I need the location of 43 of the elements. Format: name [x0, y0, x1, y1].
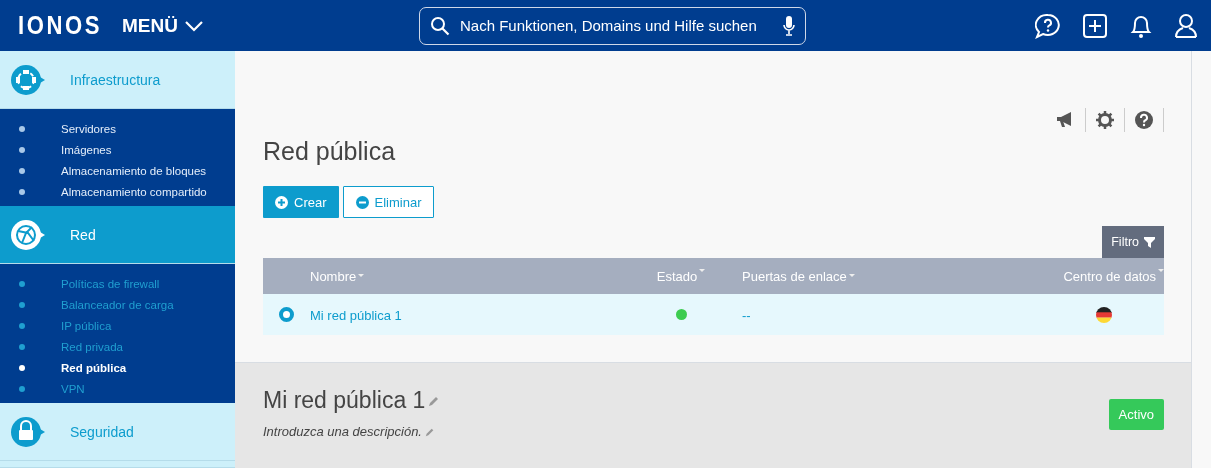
- column-header[interactable]: Centro de datos: [1044, 268, 1164, 284]
- search-field[interactable]: Nach Funktionen, Domains und Hilfe suchen: [418, 6, 806, 45]
- sidebar-item[interactable]: Balanceador de carga: [0, 294, 235, 315]
- column-header[interactable]: Estado: [620, 268, 742, 284]
- sidebar-item[interactable]: IP pública: [0, 315, 235, 336]
- sidebar-item[interactable]: VPN: [0, 378, 235, 399]
- delete-button[interactable]: Eliminar: [342, 186, 435, 218]
- filter-icon: [1144, 236, 1155, 248]
- user-icon[interactable]: [1174, 12, 1198, 39]
- create-button[interactable]: Crear: [263, 186, 339, 218]
- status-badge: Activo: [1108, 399, 1164, 430]
- description-placeholder[interactable]: Introduzca una descripción.: [263, 424, 422, 439]
- sidebar-section[interactable]: Infraestructura: [0, 51, 235, 109]
- sidebar-item[interactable]: Almacenamiento compartido: [0, 181, 235, 202]
- sidebar-item[interactable]: Imágenes: [0, 139, 235, 160]
- sidebar-item[interactable]: Red pública: [0, 357, 235, 378]
- help-icon[interactable]: [1135, 111, 1153, 129]
- table-cell[interactable]: Mi red pública 1: [310, 307, 402, 323]
- plus-circle-icon: [275, 195, 288, 209]
- column-header[interactable]: Nombre: [310, 268, 620, 284]
- table-cell: --: [742, 307, 751, 323]
- column-header[interactable]: Puertas de enlace: [742, 268, 1044, 284]
- table-row[interactable]: Mi red pública 1 --: [263, 294, 1164, 335]
- sidebar-item[interactable]: Almacenamiento de bloques: [0, 160, 235, 181]
- chevron-down-icon: [183, 19, 204, 32]
- minus-circle-icon: [355, 195, 369, 209]
- add-icon[interactable]: [1082, 12, 1108, 39]
- radio-button[interactable]: [279, 307, 294, 322]
- search-icon: [429, 15, 450, 36]
- flag-icon: [1096, 306, 1112, 323]
- search-input[interactable]: Nach Funktionen, Domains und Hilfe suchen: [457, 16, 775, 35]
- sidebar-item[interactable]: Políticas de firewall: [0, 273, 235, 294]
- filter-button[interactable]: Filtro: [1102, 226, 1164, 258]
- help-chat-icon[interactable]: [1035, 12, 1061, 39]
- sidebar-item[interactable]: Red privada: [0, 336, 235, 357]
- sidebar-item[interactable]: Servidores: [0, 118, 235, 139]
- sidebar-section[interactable]: Red: [0, 206, 235, 264]
- sidebar-section[interactable]: Seguridad: [0, 403, 235, 461]
- microphone-icon[interactable]: [782, 15, 795, 36]
- settings-icon[interactable]: [1096, 111, 1114, 129]
- menu-button[interactable]: MENÜ: [116, 13, 210, 38]
- page-title: Red pública: [263, 137, 397, 166]
- detail-title: Mi red pública 1: [263, 387, 426, 414]
